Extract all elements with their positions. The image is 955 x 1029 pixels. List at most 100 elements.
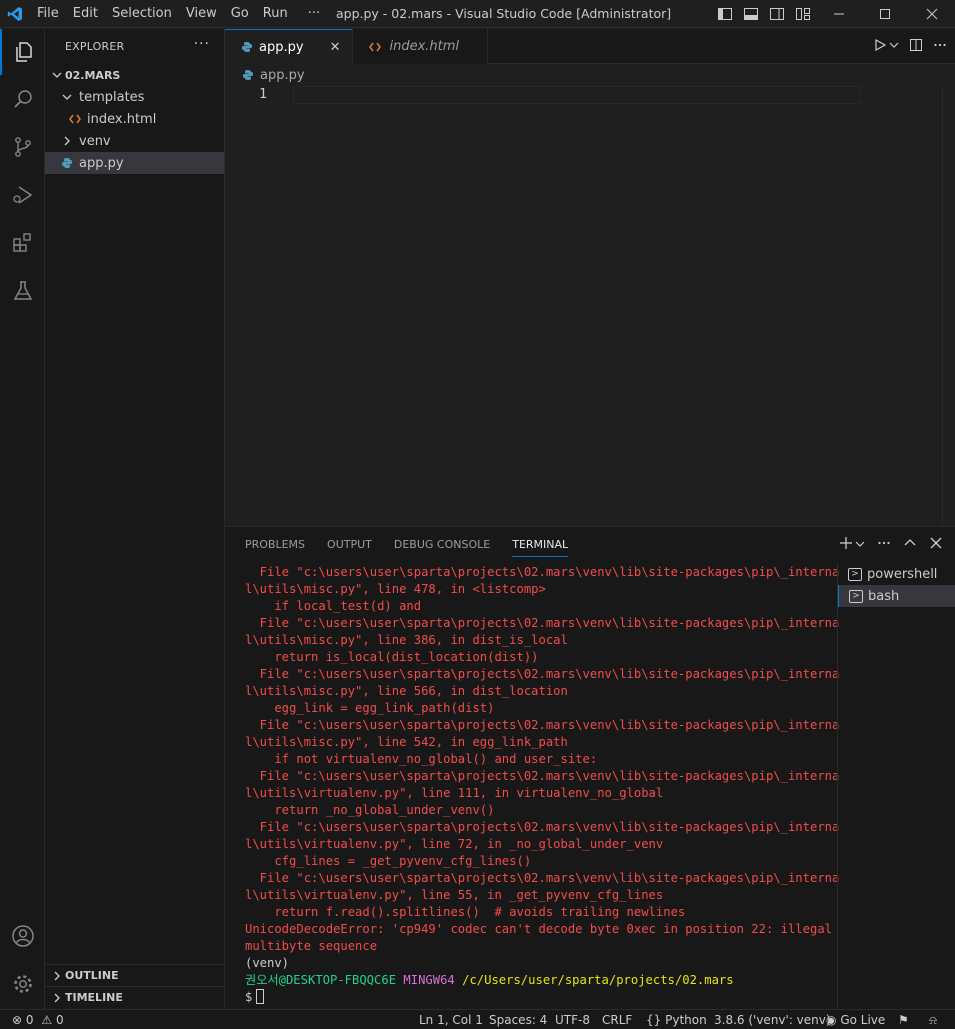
python-file-icon bbox=[240, 67, 256, 83]
editor-scrollbar[interactable] bbox=[942, 86, 955, 526]
tab-problems[interactable]: PROBLEMS bbox=[245, 527, 305, 563]
current-line-highlight bbox=[293, 86, 861, 104]
terminal-output[interactable]: File "c:\users\user\sparta\projects\02.m… bbox=[245, 564, 840, 1006]
tree-file-index-html[interactable]: index.html bbox=[45, 108, 224, 130]
editor-more-actions-icon[interactable] bbox=[933, 38, 947, 56]
tab-close-button[interactable]: ✕ bbox=[330, 40, 341, 55]
terminal-cursor bbox=[256, 989, 265, 1004]
terminal-item-label: bash bbox=[868, 588, 900, 604]
menu-run[interactable]: Run bbox=[256, 0, 295, 28]
maximize-icon[interactable] bbox=[862, 0, 908, 28]
line-number: 1 bbox=[259, 87, 267, 102]
chevron-down-icon[interactable] bbox=[889, 39, 899, 54]
manage-gear-icon[interactable] bbox=[0, 961, 45, 1007]
terminal-item-powershell[interactable]: > powershell bbox=[838, 563, 955, 585]
code-editor[interactable]: 1 bbox=[225, 86, 955, 526]
terminal-line: File "c:\users\user\sparta\projects\02.m… bbox=[245, 769, 840, 783]
terminal-line: egg_link = egg_link_path(dist) bbox=[245, 701, 495, 715]
tree-folder-venv-label: venv bbox=[79, 133, 111, 149]
split-editor-icon[interactable] bbox=[909, 38, 923, 56]
timeline-section[interactable]: TIMELINE bbox=[45, 986, 224, 1008]
eol-status[interactable]: CRLF bbox=[602, 1010, 632, 1029]
chevron-right-icon bbox=[49, 968, 65, 984]
project-folder-label: 02.MARS bbox=[65, 68, 121, 82]
accounts-icon[interactable] bbox=[0, 913, 45, 959]
indentation-status[interactable]: Spaces: 4 bbox=[489, 1010, 547, 1029]
encoding-status[interactable]: UTF-8 bbox=[555, 1010, 590, 1029]
terminal-prompt: 권오서@DESKTOP-FBQQC6E MINGW64 /c/Users/use… bbox=[245, 972, 835, 989]
close-window-icon[interactable] bbox=[909, 0, 955, 28]
vscode-logo-icon bbox=[0, 0, 30, 28]
warning-icon: ⚠ bbox=[41, 1013, 53, 1027]
run-debug-icon[interactable] bbox=[0, 172, 45, 218]
terminal-line: l\utils\virtualenv.py", line 55, in _get… bbox=[245, 888, 664, 902]
chevron-right-icon bbox=[59, 133, 75, 149]
error-count: 0 bbox=[25, 1013, 34, 1027]
problems-status[interactable]: ⊗ 0 ⚠ 0 bbox=[12, 1010, 64, 1029]
tree-file-app-py[interactable]: app.py bbox=[45, 152, 224, 174]
menu-selection[interactable]: Selection bbox=[105, 0, 179, 28]
python-file-icon bbox=[239, 39, 255, 55]
tab-index-html[interactable]: index.html bbox=[353, 29, 489, 64]
tab-app-py-label: app.py bbox=[259, 39, 304, 55]
terminal-input-line[interactable]: $ bbox=[245, 989, 835, 1006]
go-live-button[interactable]: ◉ Go Live bbox=[826, 1010, 885, 1029]
notifications-bell-icon[interactable]: ⍾ bbox=[929, 1010, 937, 1029]
tab-terminal[interactable]: TERMINAL bbox=[512, 527, 568, 563]
testing-flask-icon[interactable] bbox=[0, 268, 45, 314]
tree-folder-templates[interactable]: templates bbox=[45, 86, 224, 108]
outline-section[interactable]: OUTLINE bbox=[45, 964, 224, 986]
editor-tabs: app.py ✕ index.html bbox=[225, 29, 955, 64]
terminal-line: return is_local(dist_location(dist)) bbox=[245, 650, 539, 664]
chevron-down-icon[interactable] bbox=[855, 538, 865, 553]
terminal-line: File "c:\users\user\sparta\projects\02.m… bbox=[245, 565, 840, 579]
tab-output[interactable]: OUTPUT bbox=[327, 527, 372, 563]
menu-edit[interactable]: Edit bbox=[66, 0, 105, 28]
chevron-down-icon bbox=[59, 89, 75, 105]
tab-app-py[interactable]: app.py ✕ bbox=[225, 29, 354, 64]
feedback-icon[interactable]: ⚑ bbox=[898, 1010, 909, 1029]
terminal-line: UnicodeDecodeError: 'cp949' codec can't … bbox=[245, 922, 832, 936]
terminal-line: l\utils\misc.py", line 386, in dist_is_l… bbox=[245, 633, 568, 647]
project-folder[interactable]: 02.MARS bbox=[45, 64, 224, 86]
python-file-icon bbox=[59, 155, 75, 171]
extensions-icon[interactable] bbox=[0, 220, 45, 266]
braces-icon: {} bbox=[646, 1013, 662, 1027]
breadcrumb[interactable]: app.py bbox=[225, 64, 305, 86]
python-interpreter[interactable]: 3.8.6 ('venv': venv) bbox=[714, 1010, 831, 1029]
menu-file[interactable]: File bbox=[30, 0, 66, 28]
language-mode[interactable]: {} Python bbox=[646, 1010, 707, 1029]
minimize-icon[interactable] bbox=[816, 0, 862, 28]
tree-folder-venv[interactable]: venv bbox=[45, 130, 224, 152]
terminal-item-bash[interactable]: > bash bbox=[838, 585, 955, 607]
maximize-panel-icon[interactable] bbox=[903, 536, 917, 554]
toggle-primary-sidebar-icon[interactable] bbox=[716, 5, 734, 23]
menu-go[interactable]: Go bbox=[224, 0, 256, 28]
explorer-sidebar: EXPLORER ··· 02.MARS templates index.htm… bbox=[45, 29, 225, 1009]
panel-more-actions-icon[interactable] bbox=[877, 536, 891, 554]
status-bar: ⊗ 0 ⚠ 0 Ln 1, Col 1 Spaces: 4 UTF-8 CRLF… bbox=[0, 1009, 955, 1029]
run-python-file-icon[interactable] bbox=[873, 38, 887, 56]
terminal-line: if local_test(d) and bbox=[245, 599, 422, 613]
customize-layout-icon[interactable] bbox=[794, 5, 812, 23]
new-terminal-icon[interactable] bbox=[839, 536, 853, 554]
toggle-secondary-sidebar-icon[interactable] bbox=[768, 5, 786, 23]
prompt-path: /c/Users/user/sparta/projects/02.mars bbox=[462, 973, 734, 987]
explorer-more-actions-button[interactable]: ··· bbox=[194, 36, 210, 52]
explorer-title: EXPLORER bbox=[65, 40, 125, 53]
prompt-shell: MINGW64 bbox=[403, 973, 455, 987]
search-icon[interactable] bbox=[0, 76, 45, 122]
toggle-panel-icon[interactable] bbox=[742, 5, 760, 23]
terminal-line: return f.read().splitlines() # avoids tr… bbox=[245, 905, 686, 919]
menu-view[interactable]: View bbox=[179, 0, 224, 28]
tab-debug-console[interactable]: DEBUG CONSOLE bbox=[394, 527, 490, 563]
menu-more[interactable]: ··· bbox=[295, 0, 327, 28]
breadcrumb-file: app.py bbox=[260, 67, 305, 83]
html-file-icon bbox=[67, 111, 83, 127]
close-panel-icon[interactable] bbox=[929, 536, 943, 554]
cursor-position[interactable]: Ln 1, Col 1 bbox=[419, 1010, 483, 1029]
terminal-line: File "c:\users\user\sparta\projects\02.m… bbox=[245, 871, 840, 885]
explorer-icon[interactable] bbox=[0, 29, 45, 75]
source-control-icon[interactable] bbox=[0, 124, 45, 170]
terminal-line: File "c:\users\user\sparta\projects\02.m… bbox=[245, 820, 840, 834]
